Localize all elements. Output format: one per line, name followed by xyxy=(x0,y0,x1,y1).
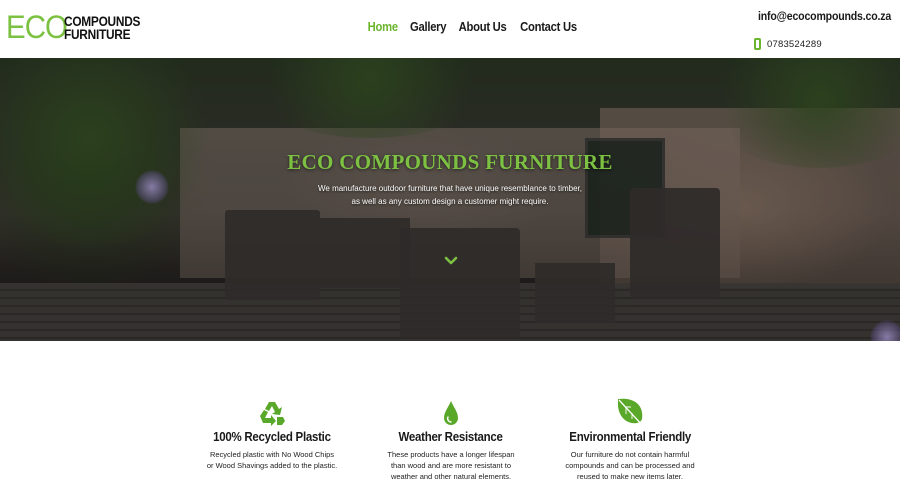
email-link[interactable]: info@ecocompounds.co.za xyxy=(758,11,891,23)
feature-title: Environmental Friendly xyxy=(569,430,691,444)
leaf-icon xyxy=(617,398,644,427)
hero-subtitle-line-2: as well as any custom design a customer … xyxy=(351,196,549,206)
phone-number[interactable]: 0783524289 xyxy=(767,39,822,50)
main-nav: Home Gallery About Us Contact Us xyxy=(366,20,580,34)
hero-banner: ECO COMPOUNDS FURNITURE We manufacture o… xyxy=(0,58,900,341)
chevron-down-icon[interactable] xyxy=(444,254,458,268)
hero-subtitle-line-1: We manufacture outdoor furniture that ha… xyxy=(317,184,582,193)
feature-description: Our furniture do not contain harmful com… xyxy=(565,450,695,481)
hero-subtitle: We manufacture outdoor furniture that ha… xyxy=(300,183,600,208)
feature-title: Weather Resistance xyxy=(398,430,504,444)
nav-home-link[interactable]: Home xyxy=(368,20,398,34)
water-drop-icon xyxy=(444,401,458,425)
mobile-phone-icon xyxy=(754,38,761,50)
site-header: ECO COMPOUNDS FURNITURE Home Gallery Abo… xyxy=(0,0,900,58)
feature-environmental-friendly: Environmental Friendly Our furniture do … xyxy=(545,397,715,482)
nav-about-link[interactable]: About Us xyxy=(458,20,506,34)
email-row: info@ecocompounds.co.za xyxy=(748,8,894,26)
feature-description: Recycled plastic with No Wood Chips or W… xyxy=(206,450,338,470)
header-contact: info@ecocompounds.co.za 0783524289 xyxy=(748,8,894,53)
phone-row: 0783524289 xyxy=(748,35,894,53)
nav-contact-link[interactable]: Contact Us xyxy=(520,20,577,34)
hero-title: ECO COMPOUNDS FURNITURE xyxy=(287,150,613,174)
feature-title: 100% Recycled Plastic xyxy=(213,430,331,444)
logo-eco-text: ECO xyxy=(6,9,68,45)
feature-description: These products have a longer lifespan th… xyxy=(387,450,515,481)
features-section: 100% Recycled Plastic Recycled plastic w… xyxy=(0,341,900,504)
feature-weather-resistance: Weather Resistance These products have a… xyxy=(366,397,536,482)
site-logo[interactable]: ECO COMPOUNDS FURNITURE xyxy=(6,9,140,45)
feature-recycled-plastic: 100% Recycled Plastic Recycled plastic w… xyxy=(187,397,357,471)
logo-line-2: FURNITURE xyxy=(64,27,131,42)
recycle-icon xyxy=(260,402,285,426)
nav-gallery-link[interactable]: Gallery xyxy=(410,20,447,34)
